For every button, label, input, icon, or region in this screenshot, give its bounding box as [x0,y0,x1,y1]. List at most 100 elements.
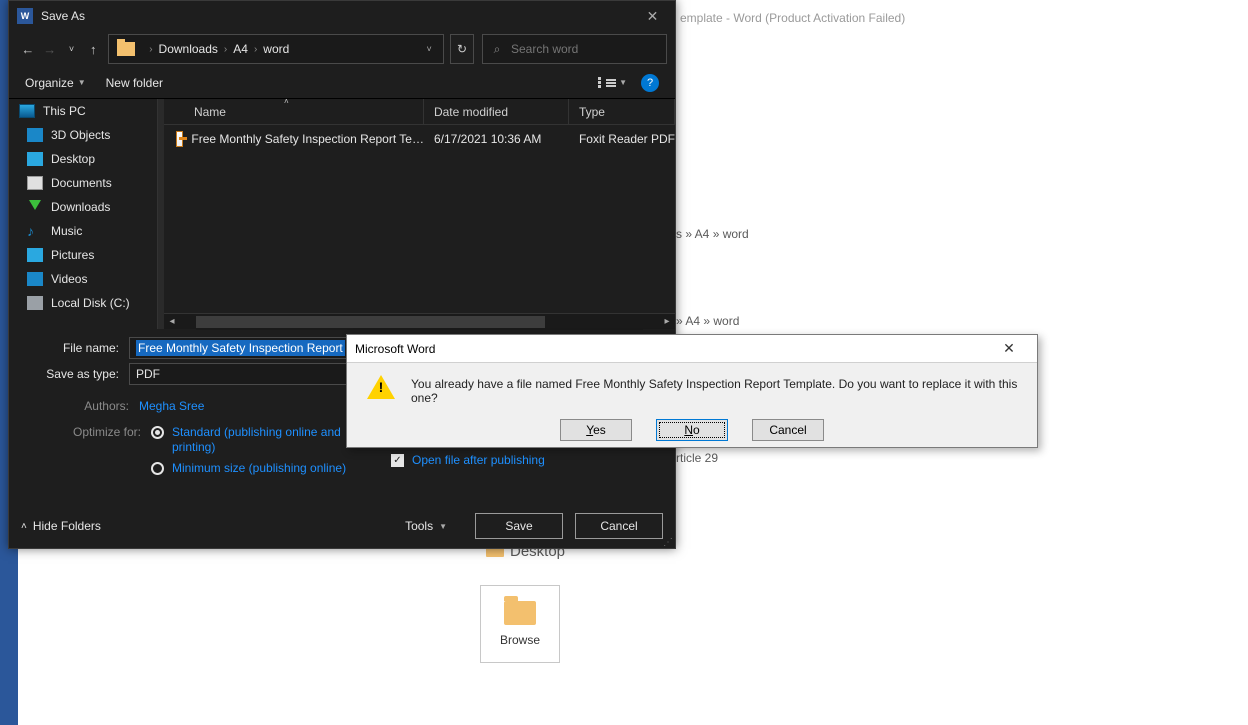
column-header-date[interactable]: Date modified [424,99,569,124]
recent-locations-button[interactable]: ˅ [61,35,83,63]
radio-icon [151,426,164,439]
replace-confirm-dialog: Microsoft Word ✕ ! You already have a fi… [346,334,1038,448]
tree-label: Documents [51,176,112,190]
optimize-minimum-radio[interactable]: Minimum size (publishing online) [151,461,351,476]
yes-button[interactable]: Yes [560,419,632,441]
tree-label: Videos [51,272,87,286]
file-type: Foxit Reader PDF [579,132,675,146]
tree-label: Music [51,224,82,238]
optimize-label: Optimize for: [21,425,151,476]
toolbar: Organize ▼ New folder ▼ ? [9,67,675,99]
chevron-up-icon: ˄ [21,521,27,532]
nav-up-button[interactable]: ↑ [82,35,104,63]
help-button[interactable]: ? [641,74,659,92]
tree-documents[interactable]: Documents [9,171,157,195]
view-options-button[interactable]: ▼ [598,77,627,88]
file-name-value: Free Monthly Safety Inspection Report [136,340,345,356]
save-type-value: PDF [136,367,160,381]
column-header-type[interactable]: Type [569,99,675,124]
refresh-button[interactable]: ↻ [450,34,474,64]
close-button[interactable]: ✕ [989,335,1029,363]
breadcrumb-item[interactable]: word [263,42,289,56]
column-label: Name [194,105,226,119]
save-as-dialog: W Save As ✕ ← → ˅ ↑ › Downloads › A4 › w… [8,0,676,549]
music-icon: ♪ [27,224,43,238]
folder-icon [117,42,135,56]
confirm-cancel-button[interactable]: Cancel [752,419,824,441]
confirm-titlebar[interactable]: Microsoft Word ✕ [347,335,1037,363]
checkbox-label: Open file after publishing [412,453,545,467]
tree-label: Desktop [51,152,95,166]
browse-label: Browse [500,633,540,647]
tools-menu[interactable]: Tools ▼ [405,519,447,533]
tree-music[interactable]: ♪ Music [9,219,157,243]
file-date: 6/17/2021 10:36 AM [434,132,541,146]
sort-indicator-icon: ˄ [284,97,289,106]
scrollbar-thumb[interactable] [196,316,545,328]
tree-local-disk[interactable]: Local Disk (C:) [9,291,157,315]
pdf-file-icon [176,131,183,147]
file-list: ˄ Name Date modified Type Free Monthly Sa… [164,99,675,329]
tree-label: 3D Objects [51,128,110,142]
authors-value[interactable]: Megha Sree [139,399,204,415]
checkbox-icon: ✓ [391,454,404,467]
resize-grip[interactable]: ⋰ [663,540,673,546]
search-input[interactable] [511,42,666,56]
column-label: Date modified [434,105,508,119]
chevron-right-icon[interactable]: › [224,44,227,55]
close-button[interactable]: ✕ [630,1,675,31]
chevron-down-icon[interactable]: ˅ [415,44,443,54]
videos-icon [27,272,43,286]
pictures-icon [27,248,43,262]
cancel-button[interactable]: Cancel [575,513,663,539]
nav-tree[interactable]: This PC 3D Objects Desktop Documents Dow… [9,99,158,329]
3d-objects-icon [27,128,43,142]
dialog-titlebar[interactable]: W Save As ✕ [9,1,675,31]
column-header-name[interactable]: ˄ Name [164,99,424,124]
tree-videos[interactable]: Videos [9,267,157,291]
radio-icon [151,462,164,475]
file-name-label: File name: [21,341,129,355]
tree-label: This PC [43,104,86,118]
breadcrumb-item[interactable]: A4 [233,42,248,56]
authors-label: Authors: [21,399,139,413]
scroll-right-icon[interactable]: ▸ [659,314,675,330]
tree-3d-objects[interactable]: 3D Objects [9,123,157,147]
organize-menu[interactable]: Organize ▼ [25,76,86,90]
chevron-down-icon: ▼ [619,78,627,87]
scroll-left-icon[interactable]: ◂ [164,314,180,330]
nav-back-button[interactable]: ← [17,35,39,63]
open-after-publish-checkbox[interactable]: ✓ Open file after publishing [391,453,663,467]
chevron-down-icon: ▼ [78,78,86,87]
breadcrumb[interactable]: › Downloads › A4 › word ˅ [108,34,444,64]
horizontal-scrollbar[interactable]: ◂ ▸ [164,313,675,329]
browse-button[interactable]: Browse [480,585,560,663]
tree-label: Downloads [51,200,110,214]
chevron-right-icon[interactable]: › [149,44,152,55]
tree-desktop[interactable]: Desktop [9,147,157,171]
hide-folders-button[interactable]: ˄ Hide Folders [21,519,101,533]
search-box[interactable]: ⌕ [482,34,667,64]
save-button[interactable]: Save [475,513,563,539]
radio-label: Standard (publishing online and printing… [172,425,351,455]
file-name: Free Monthly Safety Inspection Report Te… [191,132,424,146]
documents-icon [27,176,43,190]
file-row[interactable]: Free Monthly Safety Inspection Report Te… [164,125,675,153]
downloads-icon [27,200,43,214]
chevron-down-icon: ▼ [439,522,447,531]
chevron-right-icon[interactable]: › [254,44,257,55]
optimize-standard-radio[interactable]: Standard (publishing online and printing… [151,425,351,455]
bg-article-text: rticle 29 [676,451,718,465]
no-button[interactable]: No [656,419,728,441]
breadcrumb-item[interactable]: Downloads [159,42,218,56]
organize-label: Organize [25,76,74,90]
tree-this-pc[interactable]: This PC [9,99,157,123]
save-type-label: Save as type: [21,367,129,381]
new-folder-button[interactable]: New folder [106,76,163,90]
tree-pictures[interactable]: Pictures [9,243,157,267]
nav-forward-button[interactable]: → [39,35,61,63]
tree-downloads[interactable]: Downloads [9,195,157,219]
word-window-title: emplate - Word (Product Activation Faile… [680,11,905,25]
tree-label: Pictures [51,248,94,262]
splitter[interactable] [158,99,164,329]
